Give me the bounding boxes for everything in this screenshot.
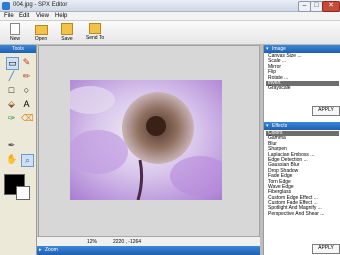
tools-panel: Tools ▭ ✎ ╱ ✏ □ ○ ⬙ A ✑ ⌫ ✒ ✋ ⌕ <box>0 45 37 255</box>
brush-tool-icon[interactable]: ✏ <box>21 71 32 82</box>
list-item[interactable]: Perspective And Shear ... <box>266 211 339 217</box>
effects-panel-title: ▾ Effects <box>264 122 340 130</box>
right-panel: ▾ Image Canvas Size ... Scale ... Mirror… <box>263 45 340 255</box>
open-folder-icon <box>34 25 48 35</box>
text-tool-icon[interactable]: A <box>21 99 32 110</box>
eyedropper-tool-icon[interactable]: ✒ <box>6 140 17 151</box>
image-canvas[interactable] <box>70 80 222 200</box>
save-button[interactable]: Save <box>56 22 78 44</box>
zoom-label: Zoom <box>45 247 58 253</box>
send-to-button[interactable]: Send To <box>82 22 108 44</box>
new-document-icon <box>10 23 20 35</box>
hand-tool-icon[interactable]: ✋ <box>6 154 17 165</box>
select-rect-tool-icon[interactable]: ▭ <box>6 57 19 70</box>
image-apply-button[interactable]: APPLY <box>312 106 340 116</box>
line-tool-icon[interactable]: ╱ <box>6 71 17 82</box>
zoom-bar[interactable]: ▸ Zoom <box>37 246 262 255</box>
ellipse-tool-icon[interactable]: ○ <box>21 85 32 96</box>
cursor-coords: 2220 , -1264 <box>113 239 142 245</box>
close-button[interactable]: ✕ <box>322 1 340 12</box>
rectangle-tool-icon[interactable]: □ <box>6 85 17 96</box>
zoom-tool-icon[interactable]: ⌕ <box>21 154 34 167</box>
window-title: 004.jpg - SPX Editor <box>13 2 68 8</box>
zoom-percent: 12% <box>87 239 98 245</box>
expand-arrow-icon: ▸ <box>39 247 42 253</box>
highlighter-tool-icon[interactable]: ✑ <box>6 113 17 124</box>
menu-view[interactable]: View <box>36 13 49 19</box>
fill-tool-icon[interactable]: ⬙ <box>6 99 17 110</box>
image-panel-title: ▾ Image <box>264 45 340 53</box>
send-to-icon <box>89 23 101 34</box>
image-list: Canvas Size ... Scale ... Mirror Flip Ro… <box>266 53 339 92</box>
eraser-tool-icon[interactable]: ⌫ <box>21 113 34 124</box>
menu-edit[interactable]: Edit <box>19 13 29 19</box>
list-item[interactable]: Grayscale <box>266 85 339 91</box>
collapse-arrow-icon[interactable]: ▾ <box>266 122 269 130</box>
open-button[interactable]: Open <box>30 22 52 44</box>
status-bar: 12% 2220 , -1264 <box>37 236 262 246</box>
new-button[interactable]: New <box>4 22 26 44</box>
effects-list: Colors Gamma Blur Sharpen Laplacian Embo… <box>266 130 339 217</box>
pencil-tool-icon[interactable]: ✎ <box>21 57 32 68</box>
effects-apply-button[interactable]: APPLY <box>312 244 340 254</box>
menu-file[interactable]: File <box>4 13 14 19</box>
dandelion-photo <box>70 80 222 200</box>
save-disk-icon <box>61 23 73 35</box>
menu-bar: File Edit View Help <box>0 12 340 21</box>
background-color-swatch[interactable] <box>16 186 30 200</box>
app-icon <box>2 2 10 10</box>
title-bar: 004.jpg - SPX Editor – □ ✕ <box>0 0 340 12</box>
toolbar: New Open Save Send To <box>0 21 340 45</box>
tools-title: Tools <box>0 45 36 53</box>
menu-help[interactable]: Help <box>55 13 67 19</box>
collapse-arrow-icon[interactable]: ▾ <box>266 45 269 53</box>
